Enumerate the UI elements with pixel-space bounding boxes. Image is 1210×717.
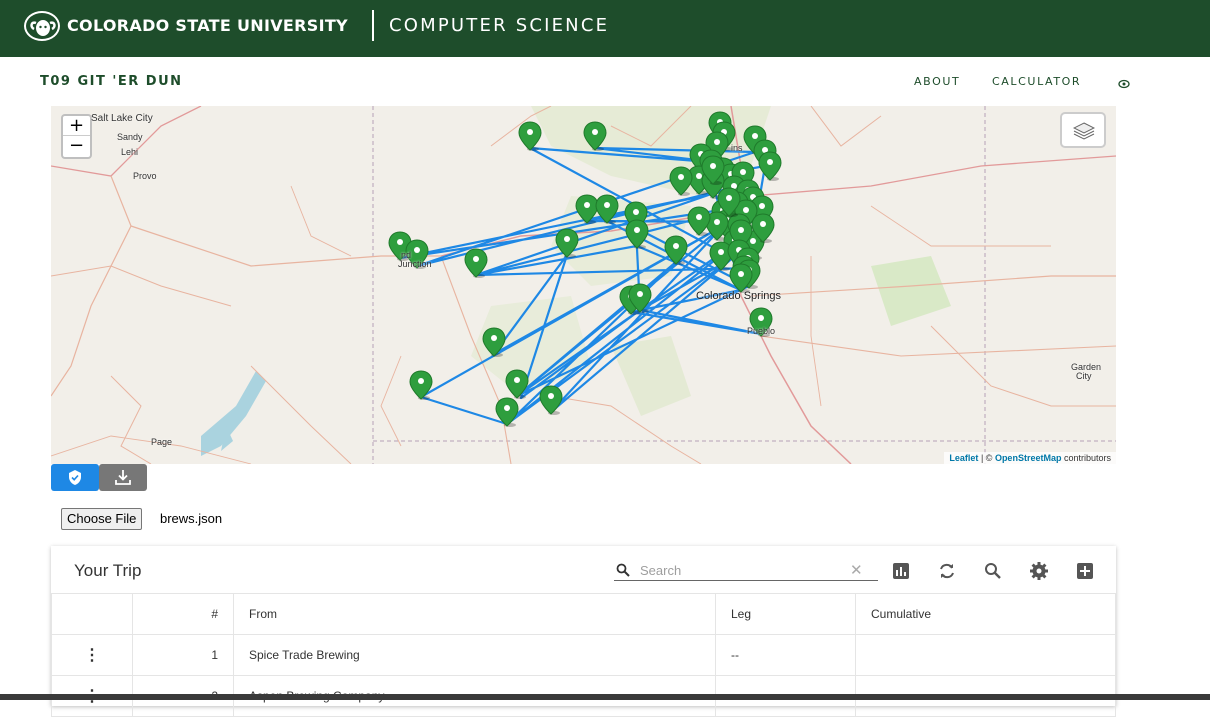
trip-map[interactable]: + − Salt Lake City Sandy Lehi Provo nd J… (51, 106, 1116, 464)
column-header-number[interactable]: # (132, 593, 234, 635)
download-icon (115, 470, 131, 485)
layers-icon (1073, 122, 1095, 140)
row-number: 1 (132, 634, 234, 676)
column-header-cumulative[interactable]: Cumulative (855, 593, 1116, 635)
attribution-separator: | © (980, 453, 993, 463)
trip-panel: Your Trip ✕ # (51, 546, 1116, 717)
trip-route-overlay (388, 111, 782, 427)
add-place-icon[interactable] (1075, 561, 1095, 581)
table-row: ⋮ 1 Spice Trade Brewing -- (51, 634, 1116, 676)
clear-search-icon[interactable]: ✕ (850, 561, 863, 579)
top-nav: T09 GIT 'ER DUN ABOUT CALCULATOR (0, 57, 1210, 105)
city-label-pueblo: Pueblo (747, 326, 776, 336)
map-marker-icon[interactable] (625, 219, 649, 249)
city-label-garden-city-b: City (1076, 371, 1092, 381)
chart-icon[interactable] (891, 561, 911, 581)
city-label-lehi: Lehi (121, 147, 139, 157)
map-marker-icon[interactable] (669, 166, 693, 196)
column-header-menu (51, 593, 133, 635)
map-marker-icon[interactable] (482, 327, 506, 357)
locate-button[interactable] (51, 464, 99, 491)
nav-about-link[interactable]: ABOUT (914, 75, 960, 88)
choose-file-button[interactable]: Choose File (61, 508, 143, 530)
city-label-grand-junction-b: Junction (398, 259, 432, 269)
department-name[interactable]: COMPUTER SCIENCE (389, 15, 609, 36)
map-marker-icon[interactable] (583, 121, 607, 151)
osm-link[interactable]: OpenStreetMap (995, 453, 1062, 463)
find-icon[interactable] (983, 561, 1003, 581)
bottom-edge-bar (0, 694, 1210, 700)
eye-icon[interactable] (1118, 76, 1130, 94)
trip-search: ✕ (614, 559, 878, 581)
download-button[interactable] (99, 464, 147, 491)
trip-title: Your Trip (74, 561, 142, 580)
row-from: Spice Trade Brewing (233, 634, 716, 676)
header-divider (372, 10, 374, 41)
refresh-icon[interactable] (937, 561, 957, 581)
leaflet-link[interactable]: Leaflet (949, 453, 978, 463)
city-label-fort-collins: ins (731, 143, 743, 153)
row-menu-icon[interactable]: ⋮ (51, 634, 133, 676)
city-label-colorado-springs: Colorado Springs (696, 290, 781, 302)
zoom-out-button[interactable]: − (63, 136, 90, 156)
zoom-in-button[interactable]: + (63, 116, 90, 136)
csu-header-bar: COLORADO STATE UNIVERSITY COMPUTER SCIEN… (0, 0, 1210, 57)
zoom-control: + − (61, 114, 92, 159)
search-input[interactable] (640, 561, 840, 579)
city-label-salt-lake-city: Salt Lake City (91, 113, 153, 124)
attribution-contributors: contributors (1063, 453, 1111, 463)
city-label-provo: Provo (133, 171, 157, 181)
map-marker-icon[interactable] (687, 206, 711, 236)
team-brand[interactable]: T09 GIT 'ER DUN (40, 74, 183, 89)
column-header-leg[interactable]: Leg (715, 593, 856, 635)
city-label-page: Page (151, 437, 173, 447)
selected-file-name: brews.json (160, 511, 223, 526)
column-header-from[interactable]: From (233, 593, 716, 635)
map-attribution: Leaflet | © OpenStreetMap contributors (944, 452, 1116, 464)
university-name[interactable]: COLORADO STATE UNIVERSITY (67, 16, 348, 35)
settings-gear-icon[interactable] (1029, 561, 1049, 581)
table-header-row: # From Leg Cumulative (51, 593, 1116, 635)
search-icon (616, 563, 630, 577)
row-cumulative (855, 634, 1116, 676)
nav-calculator-link[interactable]: CALCULATOR (992, 75, 1081, 88)
map-marker-icon[interactable] (518, 121, 542, 151)
row-leg: -- (715, 634, 856, 676)
shield-check-icon (69, 470, 81, 485)
city-label-sandy: Sandy (117, 132, 143, 142)
map-marker-icon[interactable] (409, 370, 433, 400)
csu-ram-logo-icon[interactable] (24, 11, 60, 41)
layers-button[interactable] (1060, 112, 1106, 148)
map-marker-icon[interactable] (539, 385, 563, 415)
